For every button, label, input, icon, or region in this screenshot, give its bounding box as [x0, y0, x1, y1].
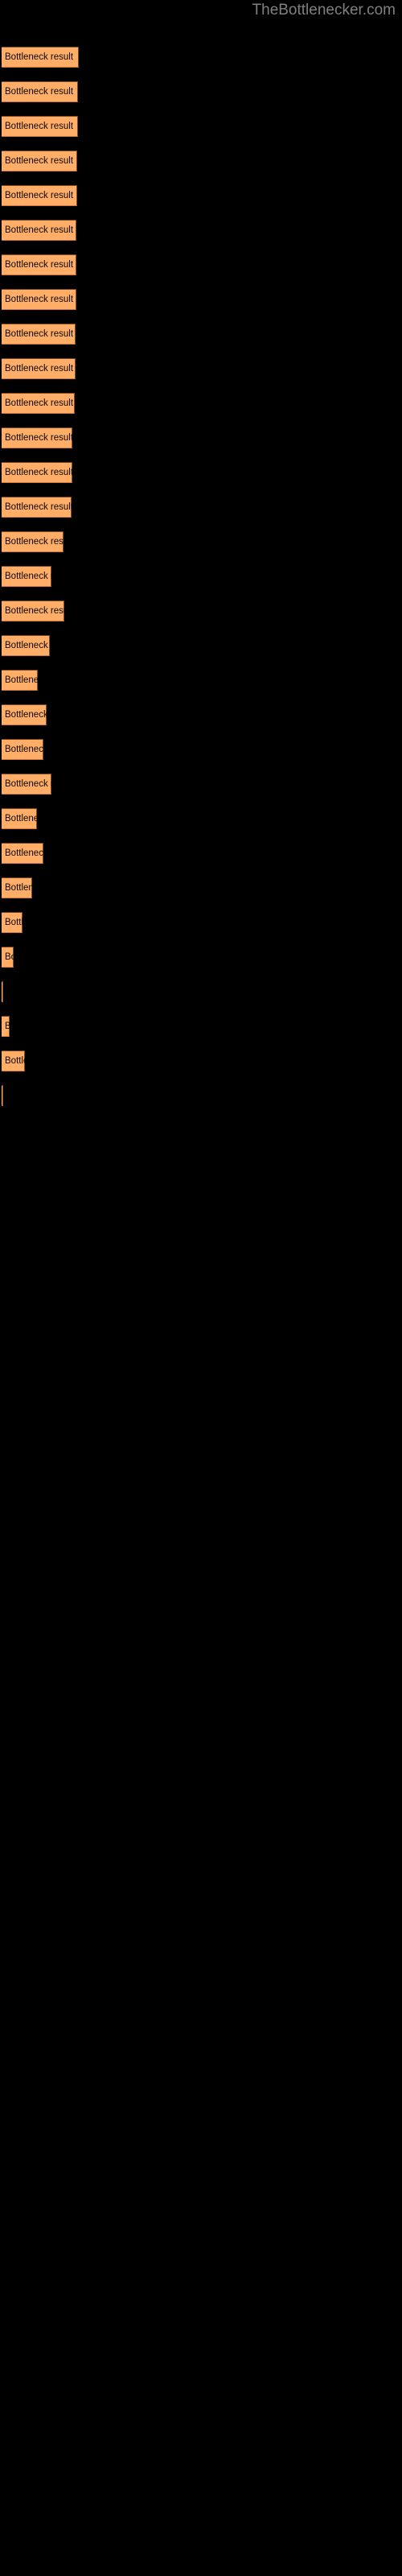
bar-label: Bottleneck result — [5, 918, 23, 927]
bar-label: Bottleneck result — [5, 52, 74, 62]
bar-row: Bottleneck result — [2, 81, 78, 102]
bar-label: Bottleneck result — [5, 537, 64, 547]
bar-label: Bottleneck result — [5, 260, 74, 270]
bar-label: Bottleneck result — [5, 952, 14, 962]
bar-row: Bottleneck result — [2, 912, 23, 933]
bar-label-clip: Bottleneck result — [2, 116, 78, 137]
bar-label-clip: Bottleneck result — [2, 981, 3, 1002]
bar-label: Bottleneck result — [5, 398, 74, 408]
bar-row: Bottleneck result — [2, 670, 38, 691]
bar-label: Bottleneck result — [5, 502, 72, 512]
bar-label: Bottleneck result — [5, 1022, 10, 1031]
bar-row: Bottleneck result — [2, 635, 50, 656]
bar-label-clip: Bottleneck result — [2, 808, 37, 829]
bar-label-clip: Bottleneck result — [2, 947, 14, 968]
bar-row: Bottleneck result — [2, 1085, 3, 1106]
bar-label-clip: Bottleneck result — [2, 151, 77, 171]
bar-label-clip: Bottleneck result — [2, 220, 76, 241]
bar-label: Bottleneck result — [5, 675, 38, 685]
bar-row: Bottleneck result — [2, 324, 76, 345]
bar-row: Bottleneck result — [2, 358, 76, 379]
bar-row: Bottleneck result — [2, 774, 51, 795]
bar-label: Bottleneck result — [5, 606, 64, 616]
bar-label-clip: Bottleneck result — [2, 704, 47, 725]
bar-label-clip: Bottleneck result — [2, 254, 76, 275]
bar-label: Bottleneck result — [5, 745, 43, 754]
bar-label-clip: Bottleneck result — [2, 635, 50, 656]
bar-label: Bottleneck result — [5, 295, 74, 304]
bar-row: Bottleneck result — [2, 151, 77, 171]
bar-label: Bottleneck result — [5, 848, 43, 858]
bar-label: Bottleneck result — [5, 468, 72, 477]
bar-row: Bottleneck result — [2, 462, 72, 483]
bar-label-clip: Bottleneck result — [2, 462, 72, 483]
bottleneck-bar-chart: Bottleneck result Bottleneck result Bottle… — [0, 0, 402, 2576]
bar-label: Bottleneck result — [5, 122, 74, 131]
bar-row: Bottleneck result — [2, 877, 32, 898]
bar-label-clip: Bottleneck result — [2, 531, 64, 552]
bar-label: Bottleneck result — [5, 1056, 25, 1066]
bar-label: Bottleneck result — [5, 329, 74, 339]
bar-row: Bottleneck result — [2, 47, 79, 68]
bar-row: Bottleneck result — [2, 843, 43, 864]
bar-label: Bottleneck result — [5, 156, 74, 166]
bar-label-clip: Bottleneck result — [2, 843, 43, 864]
bar-label-clip: Bottleneck result — [2, 1051, 25, 1071]
bar-row: Bottleneck result — [2, 254, 76, 275]
bar-label-clip: Bottleneck result — [2, 358, 76, 379]
bar-row: Bottleneck result — [2, 566, 51, 587]
bar-label-clip: Bottleneck result — [2, 774, 51, 795]
bar-label-clip: Bottleneck result — [2, 185, 77, 206]
bar-label-clip: Bottleneck result — [2, 324, 76, 345]
bar-label-clip: Bottleneck result — [2, 497, 72, 518]
bar-label-clip: Bottleneck result — [2, 601, 64, 621]
bar-row: Bottleneck result — [2, 497, 72, 518]
bar-row: Bottleneck result — [2, 601, 64, 621]
bar-label-clip: Bottleneck result — [2, 877, 32, 898]
bar-label: Bottleneck result — [5, 814, 37, 824]
bar-row: Bottleneck result — [2, 393, 75, 414]
bar-label-clip: Bottleneck result — [2, 670, 38, 691]
bar-label-clip: Bottleneck result — [2, 393, 75, 414]
bar-row: Bottleneck result — [2, 185, 77, 206]
bar-label: Bottleneck result — [5, 883, 32, 893]
bar-label: Bottleneck result — [5, 87, 74, 97]
bar-row: Bottleneck result — [2, 704, 47, 725]
bar-row: Bottleneck result — [2, 981, 3, 1002]
bar-label: Bottleneck result — [5, 364, 74, 374]
bar-row: Bottleneck result — [2, 808, 37, 829]
bar-row: Bottleneck result — [2, 739, 43, 760]
bar-label: Bottleneck result — [5, 433, 72, 443]
bar-row: Bottleneck result — [2, 220, 76, 241]
bar-label-clip: Bottleneck result — [2, 47, 79, 68]
bar-row: Bottleneck result — [2, 427, 72, 448]
bar-row: Bottleneck result — [2, 1016, 10, 1037]
bar-row: Bottleneck result — [2, 289, 76, 310]
bar-label: Bottleneck result — [5, 225, 74, 235]
bar-label: Bottleneck result — [5, 710, 47, 720]
bar-label-clip: Bottleneck result — [2, 1085, 3, 1106]
bar-label-clip: Bottleneck result — [2, 566, 51, 587]
bar-label: Bottleneck result — [5, 191, 74, 200]
bar-label-clip: Bottleneck result — [2, 81, 78, 102]
bar-row: Bottleneck result — [2, 947, 14, 968]
bar-row: Bottleneck result — [2, 1051, 25, 1071]
bar-row: Bottleneck result — [2, 116, 78, 137]
bar-row: Bottleneck result — [2, 531, 64, 552]
bar-label: Bottleneck result — [5, 779, 51, 789]
bar-label-clip: Bottleneck result — [2, 912, 23, 933]
bar-label-clip: Bottleneck result — [2, 739, 43, 760]
bar-label: Bottleneck result — [5, 572, 51, 581]
bar-label: Bottleneck result — [5, 641, 50, 650]
bar-label-clip: Bottleneck result — [2, 427, 72, 448]
bar-label-clip: Bottleneck result — [2, 1016, 10, 1037]
bar-label-clip: Bottleneck result — [2, 289, 76, 310]
